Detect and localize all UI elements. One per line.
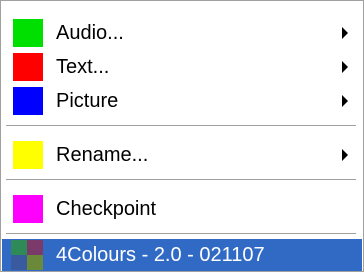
menu-item-app-info[interactable]: 4Colours - 2.0 - 021107 <box>2 239 362 271</box>
menu-item-text[interactable]: Text... <box>2 51 362 83</box>
green-swatch-icon <box>13 19 43 47</box>
submenu-arrow-icon <box>342 149 348 161</box>
menu-item-audio[interactable]: Audio... <box>2 17 362 49</box>
menu-item-text-label: Text... <box>56 56 110 78</box>
magenta-swatch-icon <box>13 195 43 223</box>
menu-item-checkpoint[interactable]: Checkpoint <box>2 193 362 225</box>
blue-swatch-icon <box>13 87 43 115</box>
menu-item-picture[interactable]: Picture <box>2 85 362 117</box>
menu-item-audio-label: Audio... <box>56 22 124 44</box>
yellow-swatch-icon <box>13 141 43 169</box>
context-menu: Audio... Text... Picture Rename... Check… <box>0 0 364 272</box>
menu-item-rename[interactable]: Rename... <box>2 139 362 171</box>
submenu-arrow-icon <box>342 27 348 39</box>
menu-separator <box>6 233 356 235</box>
menu-item-checkpoint-label: Checkpoint <box>56 198 157 220</box>
menu-separator <box>6 125 356 127</box>
submenu-arrow-icon <box>342 61 348 73</box>
menu-item-picture-label: Picture <box>56 90 119 112</box>
red-swatch-icon <box>13 53 43 81</box>
app-info-label: 4Colours - 2.0 - 021107 <box>56 244 265 266</box>
menu-separator <box>6 179 356 181</box>
four-colours-app-icon <box>11 240 43 270</box>
submenu-arrow-icon <box>342 95 348 107</box>
menu-item-rename-label: Rename... <box>56 144 149 166</box>
